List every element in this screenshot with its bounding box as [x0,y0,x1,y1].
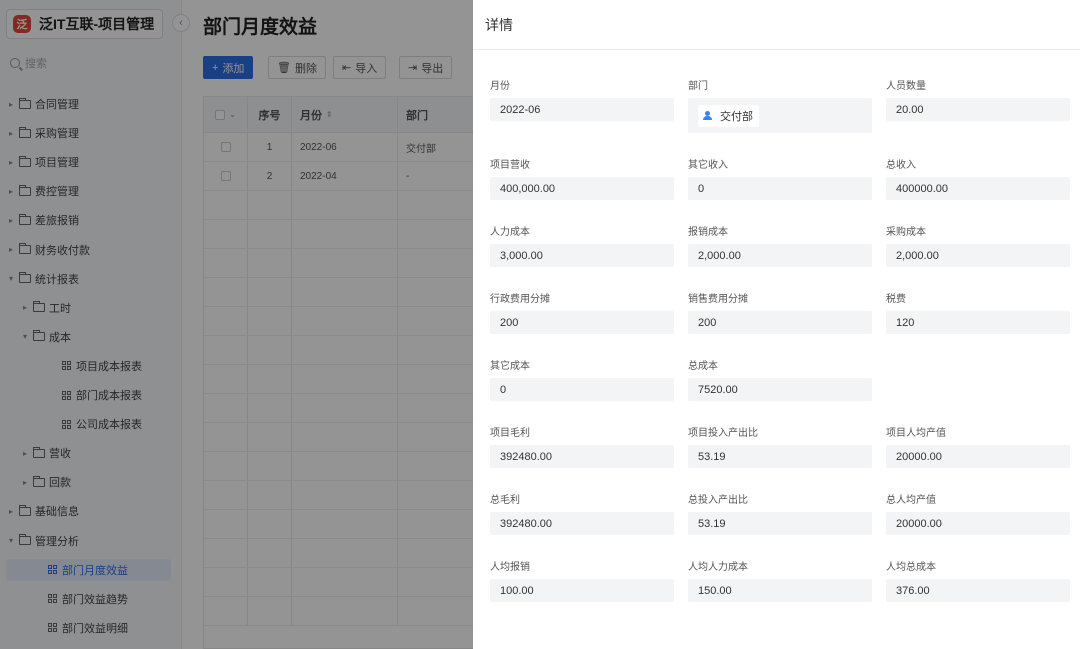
detail-field: 项目毛利 392480.00 [490,424,674,468]
field-label: 总成本 [688,361,718,372]
field-value: 376.00 [886,579,1070,602]
detail-field: 总投入产出比 53.19 [688,491,872,535]
field-label: 税费 [886,294,906,305]
detail-field: 税费 120 [886,290,1070,334]
detail-field: 行政费用分摊 200 [490,290,674,334]
field-value: 0 [490,378,674,401]
modal-overlay[interactable] [0,0,473,649]
field-value: 20.00 [886,98,1070,121]
detail-field: 项目人均产值 20000.00 [886,424,1070,468]
field-value: 7520.00 [688,378,872,401]
detail-field: 人均总成本 376.00 [886,558,1070,602]
detail-field: 销售费用分摊 200 [688,290,872,334]
field-label: 人均报销 [490,562,530,573]
field-label: 人员数量 [886,81,926,92]
field-value: 120 [886,311,1070,334]
detail-field: 其它成本 0 [490,357,674,401]
field-label: 采购成本 [886,227,926,238]
field-label: 销售费用分摊 [688,294,748,305]
field-label: 项目营收 [490,160,530,171]
field-label: 人均总成本 [886,562,936,573]
field-label: 人均人力成本 [688,562,748,573]
field-label: 总人均产值 [886,495,936,506]
field-label: 其它成本 [490,361,530,372]
field-label: 项目人均产值 [886,428,946,439]
detail-field: 总人均产值 20000.00 [886,491,1070,535]
detail-field: 项目营收 400,000.00 [490,156,674,200]
field-value: 2022-06 [490,98,674,121]
field-label: 项目投入产出比 [688,428,758,439]
field-value: 100.00 [490,579,674,602]
field-value: 20000.00 [886,445,1070,468]
field-value: 2,000.00 [886,244,1070,267]
field-label: 总收入 [886,160,916,171]
detail-field: 总毛利 392480.00 [490,491,674,535]
field-value: 53.19 [688,445,872,468]
detail-field: 总成本 7520.00 [688,357,872,401]
detail-field: 人力成本 3,000.00 [490,223,674,267]
field-label: 报销成本 [688,227,728,238]
detail-field: 部门交付部 [688,77,872,133]
department-icon [703,111,713,120]
detail-field: 月份 2022-06 [490,77,674,121]
detail-field: 总收入 400000.00 [886,156,1070,200]
detail-field: 人均人力成本 150.00 [688,558,872,602]
detail-field: 其它收入 0 [688,156,872,200]
field-value: 150.00 [688,579,872,602]
drawer-title: 详情 [473,0,1080,50]
field-label: 其它收入 [688,160,728,171]
dept-tag[interactable]: 交付部 [698,104,759,127]
field-label: 总毛利 [490,495,520,506]
field-value: 交付部 [688,98,872,133]
dept-name: 交付部 [720,110,753,123]
field-value: 53.19 [688,512,872,535]
field-value: 400000.00 [886,177,1070,200]
field-value: 3,000.00 [490,244,674,267]
detail-field: 项目投入产出比 53.19 [688,424,872,468]
field-label: 人力成本 [490,227,530,238]
field-value: 392480.00 [490,445,674,468]
detail-drawer: 详情 月份 2022-06 部门交付部 人员数量 20.00 项目营收 400,000.00… [473,0,1080,649]
field-label: 部门 [688,81,708,92]
field-value: 400,000.00 [490,177,674,200]
field-label: 行政费用分摊 [490,294,550,305]
detail-field: 报销成本 2,000.00 [688,223,872,267]
field-value: 20000.00 [886,512,1070,535]
field-value: 2,000.00 [688,244,872,267]
field-value: 200 [688,311,872,334]
field-label: 总投入产出比 [688,495,748,506]
field-value: 0 [688,177,872,200]
detail-field: 人均报销 100.00 [490,558,674,602]
detail-field: 采购成本 2,000.00 [886,223,1070,267]
detail-field: 人员数量 20.00 [886,77,1070,121]
field-label: 项目毛利 [490,428,530,439]
field-value: 392480.00 [490,512,674,535]
field-value: 200 [490,311,674,334]
field-label: 月份 [490,81,510,92]
